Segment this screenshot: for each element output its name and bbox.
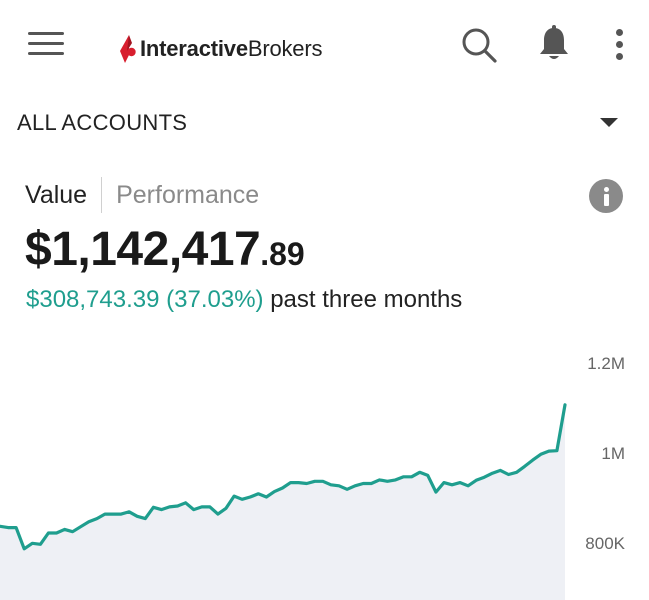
chart-y-axis: 1.2M 1M 800K (585, 354, 625, 553)
tab-value[interactable]: Value (25, 181, 101, 210)
brand-logo: InteractiveBrokers (118, 32, 322, 66)
caret-down-icon[interactable] (600, 118, 618, 127)
account-selector-label: ALL ACCOUNTS (17, 110, 188, 135)
chart-area-fill (0, 404, 565, 600)
chart-y-tick-label: 1.2M (587, 354, 625, 373)
change-amount: $308,743.39 (26, 286, 160, 313)
portfolio-value: $1,142,417.89 (25, 222, 305, 277)
portfolio-value-whole: $1,142,417 (25, 223, 261, 276)
top-app-bar: InteractiveBrokers (0, 0, 649, 90)
bell-icon[interactable] (535, 24, 573, 64)
chart-y-tick-label: 800K (585, 534, 625, 553)
change-period: past three months (270, 286, 463, 313)
portfolio-value-cents: .89 (260, 236, 305, 272)
change-percent: (37.03%) (166, 286, 264, 313)
account-selector[interactable]: ALL ACCOUNTS (0, 100, 649, 146)
value-change: $308,743.39 (37.03%) past three months (26, 286, 462, 314)
value-performance-tabs: Value Performance (25, 176, 259, 214)
menu-icon[interactable] (28, 30, 64, 58)
info-icon[interactable] (589, 179, 623, 213)
chart-y-tick-label: 1M (601, 444, 625, 463)
tab-performance[interactable]: Performance (102, 181, 259, 210)
more-vertical-icon[interactable] (608, 27, 632, 63)
portfolio-value-chart[interactable]: 1.2M 1M 800K (0, 340, 649, 600)
brand-logo-mark-icon (120, 35, 136, 63)
brand-name: InteractiveBrokers (140, 36, 323, 61)
search-icon[interactable] (460, 26, 498, 64)
